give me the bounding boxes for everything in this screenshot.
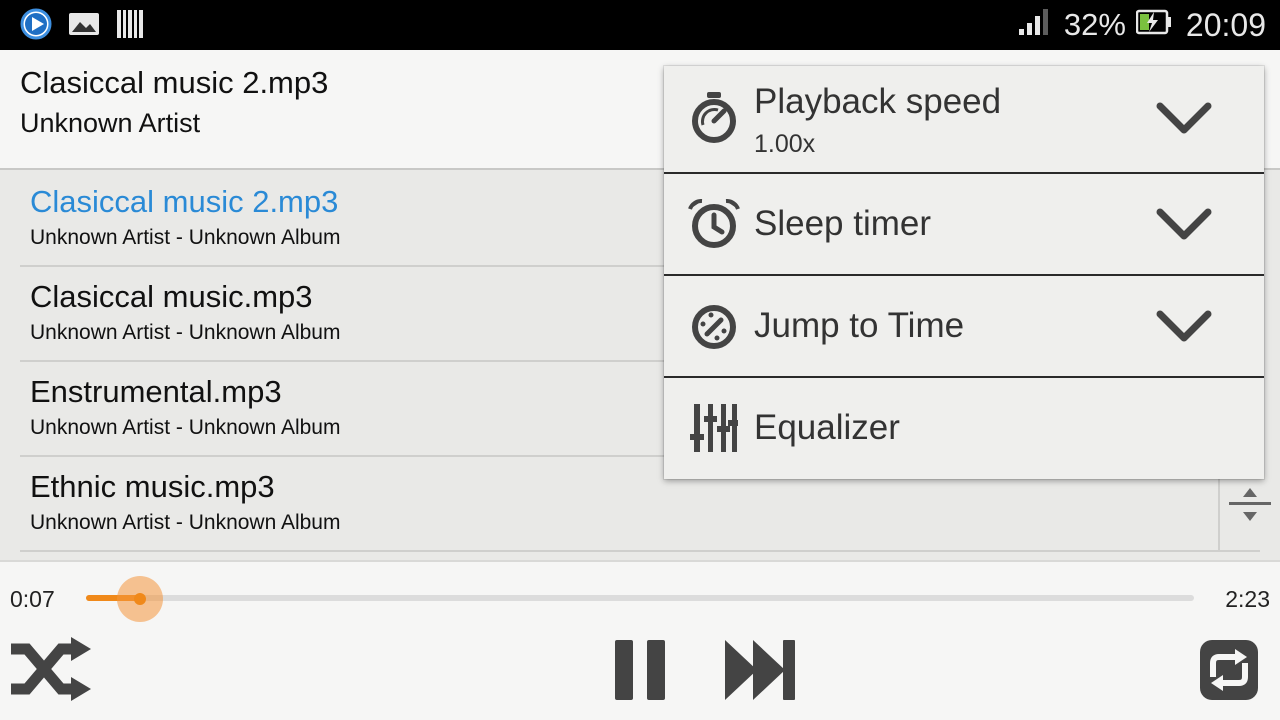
battery-percent: 32% bbox=[1063, 7, 1126, 42]
track-subtitle: Unknown Artist - Unknown Album bbox=[30, 321, 341, 344]
stopwatch-icon bbox=[688, 92, 740, 144]
chevron-down-icon[interactable] bbox=[1154, 204, 1214, 244]
elapsed-time: 0:07 bbox=[10, 586, 55, 612]
equalizer-icon bbox=[688, 402, 740, 454]
menu-item-label: Playback speed bbox=[754, 82, 1002, 121]
menu-item-label: Equalizer bbox=[754, 408, 900, 447]
menu-item-label: Jump to Time bbox=[754, 306, 965, 345]
skip-next-icon bbox=[723, 639, 797, 706]
total-time: 2:23 bbox=[1225, 586, 1270, 612]
clock: 20:09 bbox=[1185, 6, 1266, 43]
repeat-button[interactable] bbox=[1196, 638, 1262, 706]
track-subtitle: Unknown Artist - Unknown Album bbox=[30, 226, 341, 249]
pause-icon bbox=[613, 639, 667, 706]
seek-thumb[interactable] bbox=[117, 576, 164, 622]
shuffle-icon bbox=[9, 636, 91, 706]
chevron-down-icon[interactable] bbox=[1154, 306, 1214, 346]
image-notification-icon bbox=[68, 10, 100, 43]
menu-item-playback-speed[interactable]: Playback speed 1.00x bbox=[664, 66, 1264, 174]
now-playing-title: Clasiccal music 2.mp3 bbox=[20, 65, 329, 100]
menu-item-value: 1.00x bbox=[754, 130, 816, 158]
menu-item-sleep-timer[interactable]: Sleep timer bbox=[664, 174, 1264, 276]
track-name: Clasiccal music.mp3 bbox=[30, 279, 313, 314]
track-name: Ethnic music.mp3 bbox=[30, 469, 275, 504]
next-button[interactable] bbox=[722, 639, 798, 706]
chevron-down-icon[interactable] bbox=[1154, 98, 1214, 138]
battery-charging-icon bbox=[1135, 7, 1172, 44]
track-subtitle: Unknown Artist - Unknown Album bbox=[30, 511, 341, 534]
player-controls: 0:07 2:23 bbox=[0, 560, 1280, 720]
status-bar: 32% 20:09 bbox=[0, 0, 1280, 50]
track-name: Enstrumental.mp3 bbox=[30, 374, 282, 409]
signal-icon bbox=[1018, 5, 1054, 45]
now-playing-artist: Unknown Artist bbox=[20, 108, 201, 138]
menu-item-label: Sleep timer bbox=[754, 204, 932, 243]
track-name: Clasiccal music 2.mp3 bbox=[30, 184, 339, 219]
alarm-clock-icon bbox=[688, 198, 740, 250]
menu-item-jump-to-time[interactable]: Jump to Time bbox=[664, 276, 1264, 378]
shuffle-button[interactable] bbox=[8, 636, 92, 706]
play-notification-icon bbox=[20, 8, 52, 45]
repeat-icon bbox=[1197, 637, 1261, 708]
barcode-notification-icon bbox=[116, 9, 144, 44]
menu-item-equalizer[interactable]: Equalizer bbox=[664, 378, 1264, 479]
speedometer-icon bbox=[688, 301, 740, 353]
options-menu: Playback speed 1.00x Sleep timer Jump to… bbox=[664, 66, 1264, 479]
pause-button[interactable] bbox=[612, 639, 668, 706]
track-subtitle: Unknown Artist - Unknown Album bbox=[30, 416, 341, 439]
seek-bar[interactable] bbox=[86, 576, 1194, 622]
